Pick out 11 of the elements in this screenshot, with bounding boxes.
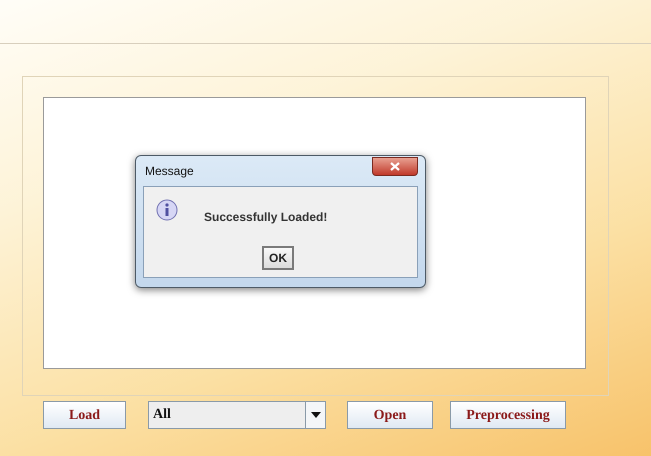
- preprocessing-button[interactable]: Preprocessing: [450, 401, 566, 429]
- info-icon: [156, 199, 178, 221]
- close-button[interactable]: [372, 156, 418, 176]
- filter-dropdown[interactable]: All: [148, 401, 326, 429]
- dialog-title: Message: [145, 163, 194, 180]
- dialog-message: Successfully Loaded!: [204, 209, 328, 226]
- dropdown-arrow-icon: [310, 412, 320, 418]
- ok-button[interactable]: OK: [262, 246, 294, 270]
- load-button[interactable]: Load: [43, 401, 126, 429]
- open-button[interactable]: Open: [347, 401, 433, 429]
- close-icon: [390, 162, 400, 170]
